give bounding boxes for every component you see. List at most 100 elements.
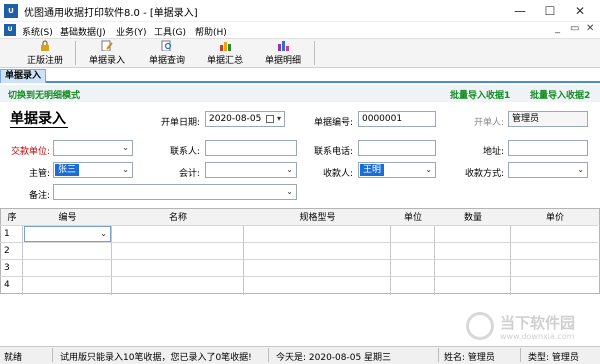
doc-detail-label: 单据明细 [264,56,301,66]
grid-header-unit[interactable]: 单位 [391,210,435,223]
doc-query-button[interactable]: 单据查询 [146,40,188,66]
open-date-label: 开单日期: [160,118,200,128]
grid-row-number[interactable]: 3 [4,263,10,273]
batch-import-1-link[interactable]: 批量导入收据1 [450,88,510,101]
payee-value: 王明 [360,164,385,176]
status-ready: 就绪 [4,353,23,363]
doc-no-label: 单据编号: [313,118,353,128]
phone-label: 联系电话: [313,147,353,157]
address-label: 地址: [482,147,504,157]
register-label: 正版注册 [26,56,63,66]
contact-label: 联系人: [169,147,200,157]
register-button[interactable]: 正版注册 [24,40,66,66]
grid-header-spec[interactable]: 规格型号 [244,210,391,223]
pay-method-select[interactable]: ⌄ [508,162,588,178]
close-button[interactable]: ✕ [565,0,595,22]
grid-header-name[interactable]: 名称 [112,210,244,223]
document-tab-strip [0,69,600,83]
doc-query-label: 单据查询 [148,56,185,66]
mdi-close-button[interactable]: ✕ [586,23,594,34]
status-separator [438,348,439,362]
chevron-down-icon: ⌄ [122,143,129,152]
doc-detail-button[interactable]: 单据明细 [262,40,304,66]
minimize-button[interactable]: — [505,0,535,22]
bar-chart-icon [220,42,231,51]
calendar-icon [266,115,274,123]
grid-header-code[interactable]: 编号 [23,210,112,223]
toolbar-separator [75,41,76,65]
manager-value: 张三 [55,164,80,176]
status-today: 今天是: 2020-08-05 星期三 [276,353,392,363]
grid-header-price[interactable]: 单价 [511,210,599,223]
grid-row-divider [0,259,598,260]
phone-field[interactable] [358,140,436,156]
remark-select[interactable]: ⌄ [53,184,297,200]
grid-row-divider [0,242,598,243]
payee-select[interactable]: 王明 ⌄ [358,162,436,178]
chevron-down-icon: ⌄ [100,229,107,238]
address-field[interactable] [508,140,588,156]
open-date-value: 2020-08-05 [209,114,262,124]
toolbar-separator [314,41,315,65]
status-separator [52,348,53,362]
doc-summary-button[interactable]: 单据汇总 [204,40,246,66]
chevron-down-icon: ⌄ [122,165,129,174]
grid-cell-code-editor[interactable]: ⌄ [24,226,111,242]
window-title: 优图通用收据打印软件8.0 - [单据录入] [24,8,198,19]
grid-row-divider [0,276,598,277]
chevron-down-icon: ⌄ [286,165,293,174]
accountant-select[interactable]: ⌄ [205,162,297,178]
open-date-picker[interactable]: 2020-08-05 ▾ [205,111,285,127]
mdi-minimize-button[interactable]: _ [555,23,560,34]
grid-header-qty[interactable]: 数量 [435,210,511,223]
mdi-restore-button[interactable]: ▭ [570,23,579,34]
doc-no-field[interactable]: 0000001 [358,111,436,127]
chevron-down-icon: ▾ [276,114,281,123]
accountant-label: 会计: [178,169,200,179]
menu-help[interactable]: 帮助(H) [195,25,227,38]
chevron-down-icon: ⌄ [577,165,584,174]
manager-label: 主管: [28,169,50,179]
status-separator [520,348,521,362]
watermark-url: www.downxia.com [500,332,575,341]
issuer-field[interactable]: 管理员 [508,111,588,127]
watermark-logo [466,312,494,340]
status-trial-notice: 试用版只能录入10笔收据，您已录入了0笔收据! [60,353,252,363]
status-separator [268,348,269,362]
pay-method-label: 收款方式: [464,169,504,179]
grid-header-index[interactable]: 序 [1,210,23,223]
issuer-label: 开单人: [473,118,504,128]
payer-unit-select[interactable]: ⌄ [53,140,133,156]
doc-entry-label: 单据录入 [88,56,125,66]
manager-select[interactable]: 张三 ⌄ [53,162,133,178]
maximize-button[interactable]: ☐ [535,0,565,22]
menu-app-icon[interactable]: U [4,24,16,36]
menu-tools[interactable]: 工具(G) [154,25,186,38]
tab-doc-entry[interactable]: 单据录入 [0,69,47,83]
doc-entry-button[interactable]: 单据录入 [86,40,128,66]
payer-unit-label: 交款单位: [10,147,50,157]
switch-mode-link[interactable]: 切换到无明细模式 [8,88,80,101]
document-edit-icon [101,40,113,51]
contact-field[interactable] [205,140,297,156]
grid-row-number[interactable]: 2 [4,246,10,256]
form-title: 单据录入 [10,111,66,127]
menu-business[interactable]: 业务(Y) [116,25,147,38]
app-icon: U [4,4,18,18]
menu-system[interactable]: 系统(S) [22,25,53,38]
grid-row-number[interactable]: 1 [4,229,10,239]
status-name: 姓名: 管理员 [444,353,495,363]
remark-label: 备注: [28,191,50,201]
lock-icon [41,40,49,51]
batch-import-2-link[interactable]: 批量导入收据2 [530,88,590,101]
detail-chart-icon [278,41,289,51]
chevron-down-icon: ⌄ [425,165,432,174]
chevron-down-icon: ⌄ [286,187,293,196]
form-title-underline [10,127,68,128]
search-document-icon [161,40,172,51]
payee-label: 收款人: [322,169,353,179]
watermark-text: 当下软件园 [500,314,576,332]
status-type: 类型: 管理员 [528,353,579,363]
grid-row-number[interactable]: 4 [4,280,10,290]
menu-basic-data[interactable]: 基础数据(J) [60,25,106,38]
